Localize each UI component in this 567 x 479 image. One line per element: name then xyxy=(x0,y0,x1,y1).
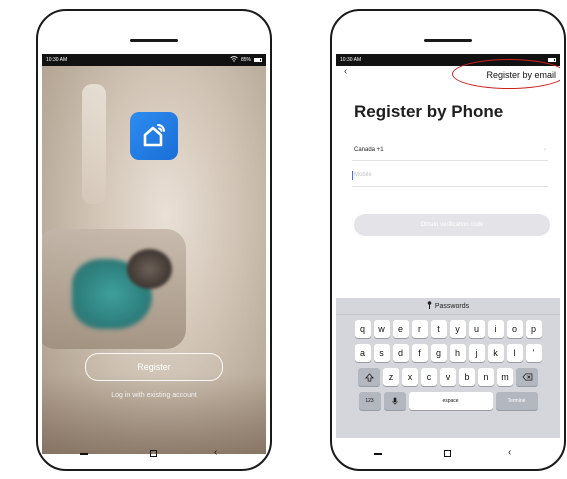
register-phone-screen: 10:30 AM ‹ Register by email Register by… xyxy=(336,54,560,454)
key-w[interactable]: w xyxy=(373,320,390,338)
key-l[interactable]: l xyxy=(506,344,523,362)
text-cursor xyxy=(352,171,353,180)
key-k[interactable]: k xyxy=(487,344,504,362)
status-time: 10:30 AM xyxy=(340,57,362,63)
menu-nav-button[interactable] xyxy=(374,453,382,455)
shift-icon[interactable] xyxy=(358,368,380,386)
on-screen-keyboard: Passwords q w e r t y u i o p a s d f g … xyxy=(336,298,560,438)
key-c[interactable]: c xyxy=(421,368,437,386)
key-d[interactable]: d xyxy=(392,344,409,362)
highlight-ellipse xyxy=(452,59,560,89)
battery-percent: 85% xyxy=(240,57,251,63)
key-f[interactable]: f xyxy=(411,344,428,362)
speaker-slot xyxy=(130,39,178,42)
key-apostrophe[interactable]: ' xyxy=(525,344,542,362)
home-wifi-icon xyxy=(130,112,178,160)
obtain-code-button[interactable]: Obtain verification code xyxy=(354,214,550,236)
chevron-right-icon: › xyxy=(544,147,546,153)
mobile-input[interactable]: Mobile xyxy=(354,172,372,178)
key-i[interactable]: i xyxy=(487,320,504,338)
return-key[interactable]: Terminé xyxy=(495,392,538,410)
wifi-icon xyxy=(230,56,238,64)
keyboard-suggestion-bar[interactable]: Passwords xyxy=(336,298,560,315)
back-nav-button[interactable]: ‹ xyxy=(508,446,511,460)
phone-frame-right: 10:30 AM ‹ Register by email Register by… xyxy=(330,9,566,471)
keyboard-row-2: a s d f g h j k l ' xyxy=(336,344,560,362)
key-v[interactable]: v xyxy=(440,368,456,386)
key-p[interactable]: p xyxy=(525,320,542,338)
key-x[interactable]: x xyxy=(402,368,418,386)
phone-frame-left: 10:30 AM 85% Register Log in with existi… xyxy=(36,9,272,471)
key-b[interactable]: b xyxy=(459,368,475,386)
status-bar: 10:30 AM 85% xyxy=(42,54,266,66)
key-a[interactable]: a xyxy=(354,344,371,362)
welcome-screen: 10:30 AM 85% Register Log in with existi… xyxy=(42,54,266,454)
key-t[interactable]: t xyxy=(430,320,447,338)
keyboard-row-4: 123 espace Terminé xyxy=(336,392,560,410)
login-existing-link[interactable]: Log in with existing account xyxy=(42,392,266,399)
microphone-icon[interactable] xyxy=(383,392,406,410)
key-u[interactable]: u xyxy=(468,320,485,338)
numbers-key[interactable]: 123 xyxy=(358,392,381,410)
key-icon xyxy=(427,301,432,311)
background-floor xyxy=(42,374,266,454)
key-o[interactable]: o xyxy=(506,320,523,338)
register-button[interactable]: Register xyxy=(85,353,223,381)
home-nav-button[interactable] xyxy=(444,450,451,457)
background-dog xyxy=(127,249,172,289)
page-title: Register by Phone xyxy=(354,102,504,121)
country-selector[interactable]: Canada +1 xyxy=(354,147,384,153)
background-lamp xyxy=(82,84,106,204)
space-key[interactable]: espace xyxy=(408,392,493,410)
key-y[interactable]: y xyxy=(449,320,466,338)
menu-nav-button[interactable] xyxy=(80,453,88,455)
key-m[interactable]: m xyxy=(497,368,513,386)
key-s[interactable]: s xyxy=(373,344,390,362)
keyboard-row-3: z x c v b n m xyxy=(336,368,560,386)
home-nav-button[interactable] xyxy=(150,450,157,457)
speaker-slot xyxy=(424,39,472,42)
key-q[interactable]: q xyxy=(354,320,371,338)
battery-icon xyxy=(548,58,556,62)
key-h[interactable]: h xyxy=(449,344,466,362)
keyboard-row-1: q w e r t y u i o p xyxy=(336,320,560,338)
key-r[interactable]: r xyxy=(411,320,428,338)
key-g[interactable]: g xyxy=(430,344,447,362)
key-z[interactable]: z xyxy=(383,368,399,386)
key-n[interactable]: n xyxy=(478,368,494,386)
key-j[interactable]: j xyxy=(468,344,485,362)
status-time: 10:30 AM xyxy=(46,57,68,63)
android-nav-bar: ‹ xyxy=(332,447,564,461)
battery-icon xyxy=(254,58,262,62)
key-e[interactable]: e xyxy=(392,320,409,338)
divider xyxy=(352,186,548,187)
back-button[interactable]: ‹ xyxy=(344,66,347,77)
passwords-suggestion: Passwords xyxy=(434,302,470,310)
android-nav-bar: ‹ xyxy=(38,447,270,461)
divider xyxy=(352,160,548,161)
back-nav-button[interactable]: ‹ xyxy=(214,446,217,460)
backspace-icon[interactable] xyxy=(516,368,538,386)
